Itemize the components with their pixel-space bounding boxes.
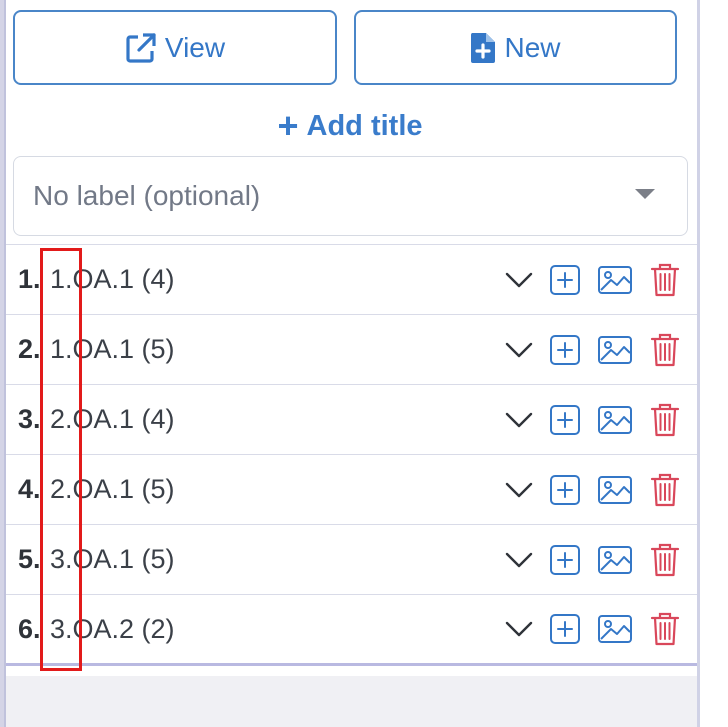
add-title-label: Add title [306,109,423,142]
list-item: 1. 1.OA.1 (4) [6,244,697,314]
new-button-label: New [504,31,561,63]
row-actions [502,525,682,594]
trash-icon[interactable] [648,332,682,368]
chevron-down-icon[interactable] [502,410,536,430]
chevron-down-icon[interactable] [502,619,536,639]
standards-list: 1. 1.OA.1 (4) 2. 1.OA.1 (5) 3. 2.OA.1 (4… [6,244,697,666]
row-actions [502,455,682,524]
plus-square-icon[interactable] [548,544,582,576]
item-code: 1.OA.1 (5) [50,334,175,364]
row-actions [502,245,682,314]
item-number: 1. [18,264,41,294]
chevron-down-icon[interactable] [502,550,536,570]
item-number: 4. [18,474,41,504]
external-link-icon [125,32,157,64]
list-item: 6. 3.OA.2 (2) [6,594,697,666]
row-actions [502,595,682,663]
item-code: 3.OA.1 (5) [50,544,175,574]
row-actions [502,315,682,384]
item-code: 3.OA.2 (2) [50,613,175,644]
trash-icon[interactable] [648,542,682,578]
list-item: 3. 2.OA.1 (4) [6,384,697,454]
add-title-button[interactable]: + Add title [0,104,700,148]
dropdown-caret-icon [635,189,655,199]
view-button[interactable]: View [13,10,337,85]
item-code: 2.OA.1 (5) [50,474,175,504]
plus-square-icon[interactable] [548,474,582,506]
trash-icon[interactable] [648,611,682,647]
view-button-label: View [164,31,226,63]
list-item: 2. 1.OA.1 (5) [6,314,697,384]
row-actions [502,385,682,454]
trash-icon[interactable] [648,402,682,438]
chevron-down-icon[interactable] [502,480,536,500]
list-item: 4. 2.OA.1 (5) [6,454,697,524]
image-icon[interactable] [596,544,634,576]
panel-footer [6,676,697,727]
plus-square-icon[interactable] [548,334,582,366]
image-icon[interactable] [596,264,634,296]
image-icon[interactable] [596,613,634,645]
item-code: 1.OA.1 (4) [50,264,175,294]
item-number: 3. [18,404,41,434]
image-icon[interactable] [596,334,634,366]
new-file-icon [470,32,496,64]
label-select-placeholder: No label (optional) [33,180,261,211]
image-icon[interactable] [596,404,634,436]
chevron-down-icon[interactable] [502,340,536,360]
image-icon[interactable] [596,474,634,506]
plus-square-icon[interactable] [548,264,582,296]
chevron-down-icon[interactable] [502,270,536,290]
plus-icon: + [277,105,299,146]
item-code: 2.OA.1 (4) [50,404,175,434]
new-button[interactable]: New [354,10,677,85]
label-select[interactable]: No label (optional) [13,156,688,236]
list-item: 5. 3.OA.1 (5) [6,524,697,594]
item-number: 2. [18,334,41,364]
trash-icon[interactable] [648,472,682,508]
trash-icon[interactable] [648,262,682,298]
item-number: 6. [18,613,41,644]
item-number: 5. [18,544,41,574]
right-gutter [700,0,728,727]
plus-square-icon[interactable] [548,613,582,645]
plus-square-icon[interactable] [548,404,582,436]
